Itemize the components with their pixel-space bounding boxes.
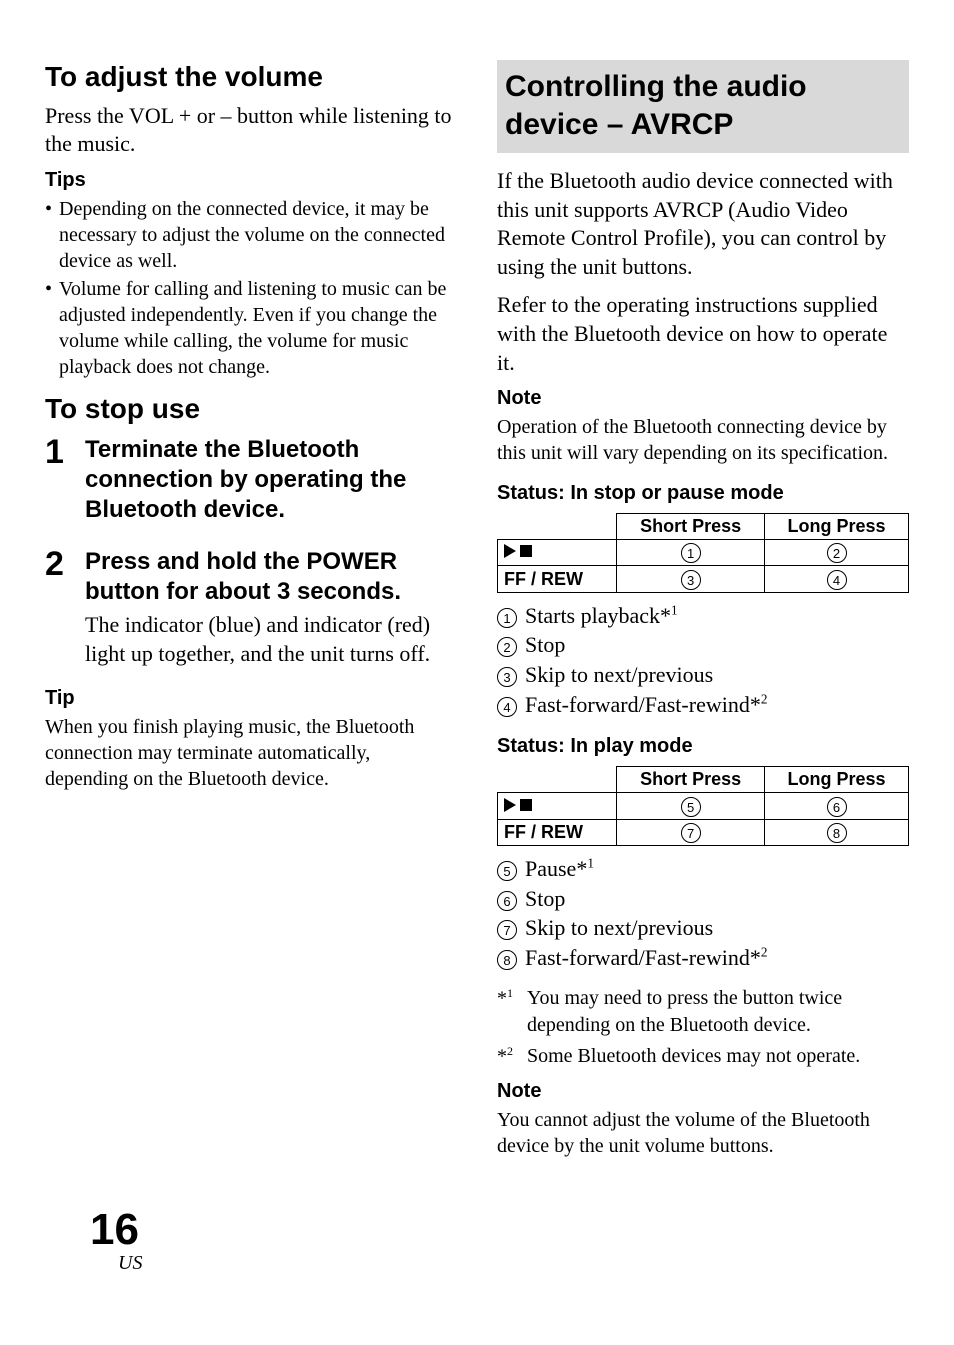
circled-7-icon: 7: [497, 920, 517, 940]
legend-item: 4Fast-forward/Fast-rewind*2: [497, 690, 909, 720]
legend-item: 1Starts playback*1: [497, 601, 909, 631]
status-title-play: Status: In play mode: [497, 735, 909, 758]
circled-5-icon: 5: [681, 797, 701, 817]
page-footer: 16 US: [90, 1208, 142, 1275]
legend-item: 6Stop: [497, 884, 909, 914]
step-heading: Terminate the Bluetooth connection by op…: [85, 435, 457, 525]
legend-item: 2Stop: [497, 630, 909, 660]
status-title-stop-pause: Status: In stop or pause mode: [497, 482, 909, 505]
legend-list-2: 5Pause*1 6Stop 7Skip to next/previous 8F…: [497, 854, 909, 973]
legend-item: 8Fast-forward/Fast-rewind*2: [497, 943, 909, 973]
table-row-ff-rew: FF / REW: [498, 566, 617, 592]
circled-7-icon: 7: [681, 823, 701, 843]
page-number: 16: [90, 1208, 142, 1252]
left-column: To adjust the volume Press the VOL + or …: [45, 60, 457, 1159]
note-label: Note: [497, 387, 909, 410]
legend-item: 5Pause*1: [497, 854, 909, 884]
tip-item: •Volume for calling and listening to mus…: [45, 276, 457, 380]
table-cell: 2: [765, 540, 909, 566]
table-cell: 1: [617, 540, 765, 566]
table-header-short-press: Short Press: [617, 767, 765, 793]
play-stop-icon: [504, 544, 532, 558]
circled-8-icon: 8: [827, 823, 847, 843]
footnotes: *1 You may need to press the button twic…: [497, 985, 909, 1071]
circled-1-icon: 1: [497, 608, 517, 628]
table-row-play-stop: [498, 793, 617, 819]
table-cell: 3: [617, 566, 765, 592]
section-heading-avrcp: Controlling the audio device – AVRCP: [497, 60, 909, 153]
circled-4-icon: 4: [827, 570, 847, 590]
step-text: The indicator (blue) and indicator (red)…: [85, 611, 457, 668]
avrcp-table-play: Short Press Long Press 5 6 FF / REW 7 8: [497, 766, 909, 846]
legend-item: 7Skip to next/previous: [497, 913, 909, 943]
legend-item: 3Skip to next/previous: [497, 660, 909, 690]
circled-2-icon: 2: [827, 543, 847, 563]
step-2: 2 Press and hold the POWER button for ab…: [45, 547, 457, 668]
circled-8-icon: 8: [497, 950, 517, 970]
table-header-long-press: Long Press: [765, 514, 909, 540]
intro-text-2: Refer to the operating instructions supp…: [497, 291, 909, 377]
circled-3-icon: 3: [681, 570, 701, 590]
note-body: Operation of the Bluetooth connecting de…: [497, 414, 909, 466]
play-stop-icon: [504, 798, 532, 812]
right-column: Controlling the audio device – AVRCP If …: [497, 60, 909, 1159]
step-number: 1: [45, 435, 85, 529]
heading-stop-use: To stop use: [45, 392, 457, 426]
page-locale: US: [118, 1252, 142, 1275]
table-cell: 5: [617, 793, 765, 819]
table-header-short-press: Short Press: [617, 514, 765, 540]
table-cell: 6: [765, 793, 909, 819]
tip-item: •Depending on the connected device, it m…: [45, 196, 457, 274]
table-row-ff-rew: FF / REW: [498, 819, 617, 845]
footnote-2: *2 Some Bluetooth devices may not operat…: [497, 1043, 909, 1071]
tips-list: •Depending on the connected device, it m…: [45, 196, 457, 380]
table-header-long-press: Long Press: [765, 767, 909, 793]
steps-list: 1 Terminate the Bluetooth connection by …: [45, 435, 457, 668]
tip-body: When you finish playing music, the Bluet…: [45, 714, 457, 792]
footnote-1: *1 You may need to press the button twic…: [497, 985, 909, 1039]
table-cell: 8: [765, 819, 909, 845]
text-volume: Press the VOL + or – button while listen…: [45, 102, 457, 159]
table-row-play-stop: [498, 540, 617, 566]
circled-2-icon: 2: [497, 637, 517, 657]
table-blank-cell: [498, 767, 617, 793]
note-label: Note: [497, 1080, 909, 1103]
tips-label: Tips: [45, 169, 457, 192]
step-heading: Press and hold the POWER button for abou…: [85, 547, 457, 607]
intro-text-1: If the Bluetooth audio device connected …: [497, 167, 909, 281]
circled-6-icon: 6: [827, 797, 847, 817]
heading-adjust-volume: To adjust the volume: [45, 60, 457, 94]
tip-label: Tip: [45, 687, 457, 710]
circled-3-icon: 3: [497, 667, 517, 687]
table-cell: 4: [765, 566, 909, 592]
legend-list-1: 1Starts playback*1 2Stop 3Skip to next/p…: [497, 601, 909, 720]
table-blank-cell: [498, 514, 617, 540]
table-cell: 7: [617, 819, 765, 845]
circled-6-icon: 6: [497, 891, 517, 911]
avrcp-table-stop-pause: Short Press Long Press 1 2 FF / REW 3 4: [497, 513, 909, 593]
circled-1-icon: 1: [681, 543, 701, 563]
step-1: 1 Terminate the Bluetooth connection by …: [45, 435, 457, 529]
step-number: 2: [45, 547, 85, 668]
note-body: You cannot adjust the volume of the Blue…: [497, 1107, 909, 1159]
circled-5-icon: 5: [497, 861, 517, 881]
circled-4-icon: 4: [497, 697, 517, 717]
